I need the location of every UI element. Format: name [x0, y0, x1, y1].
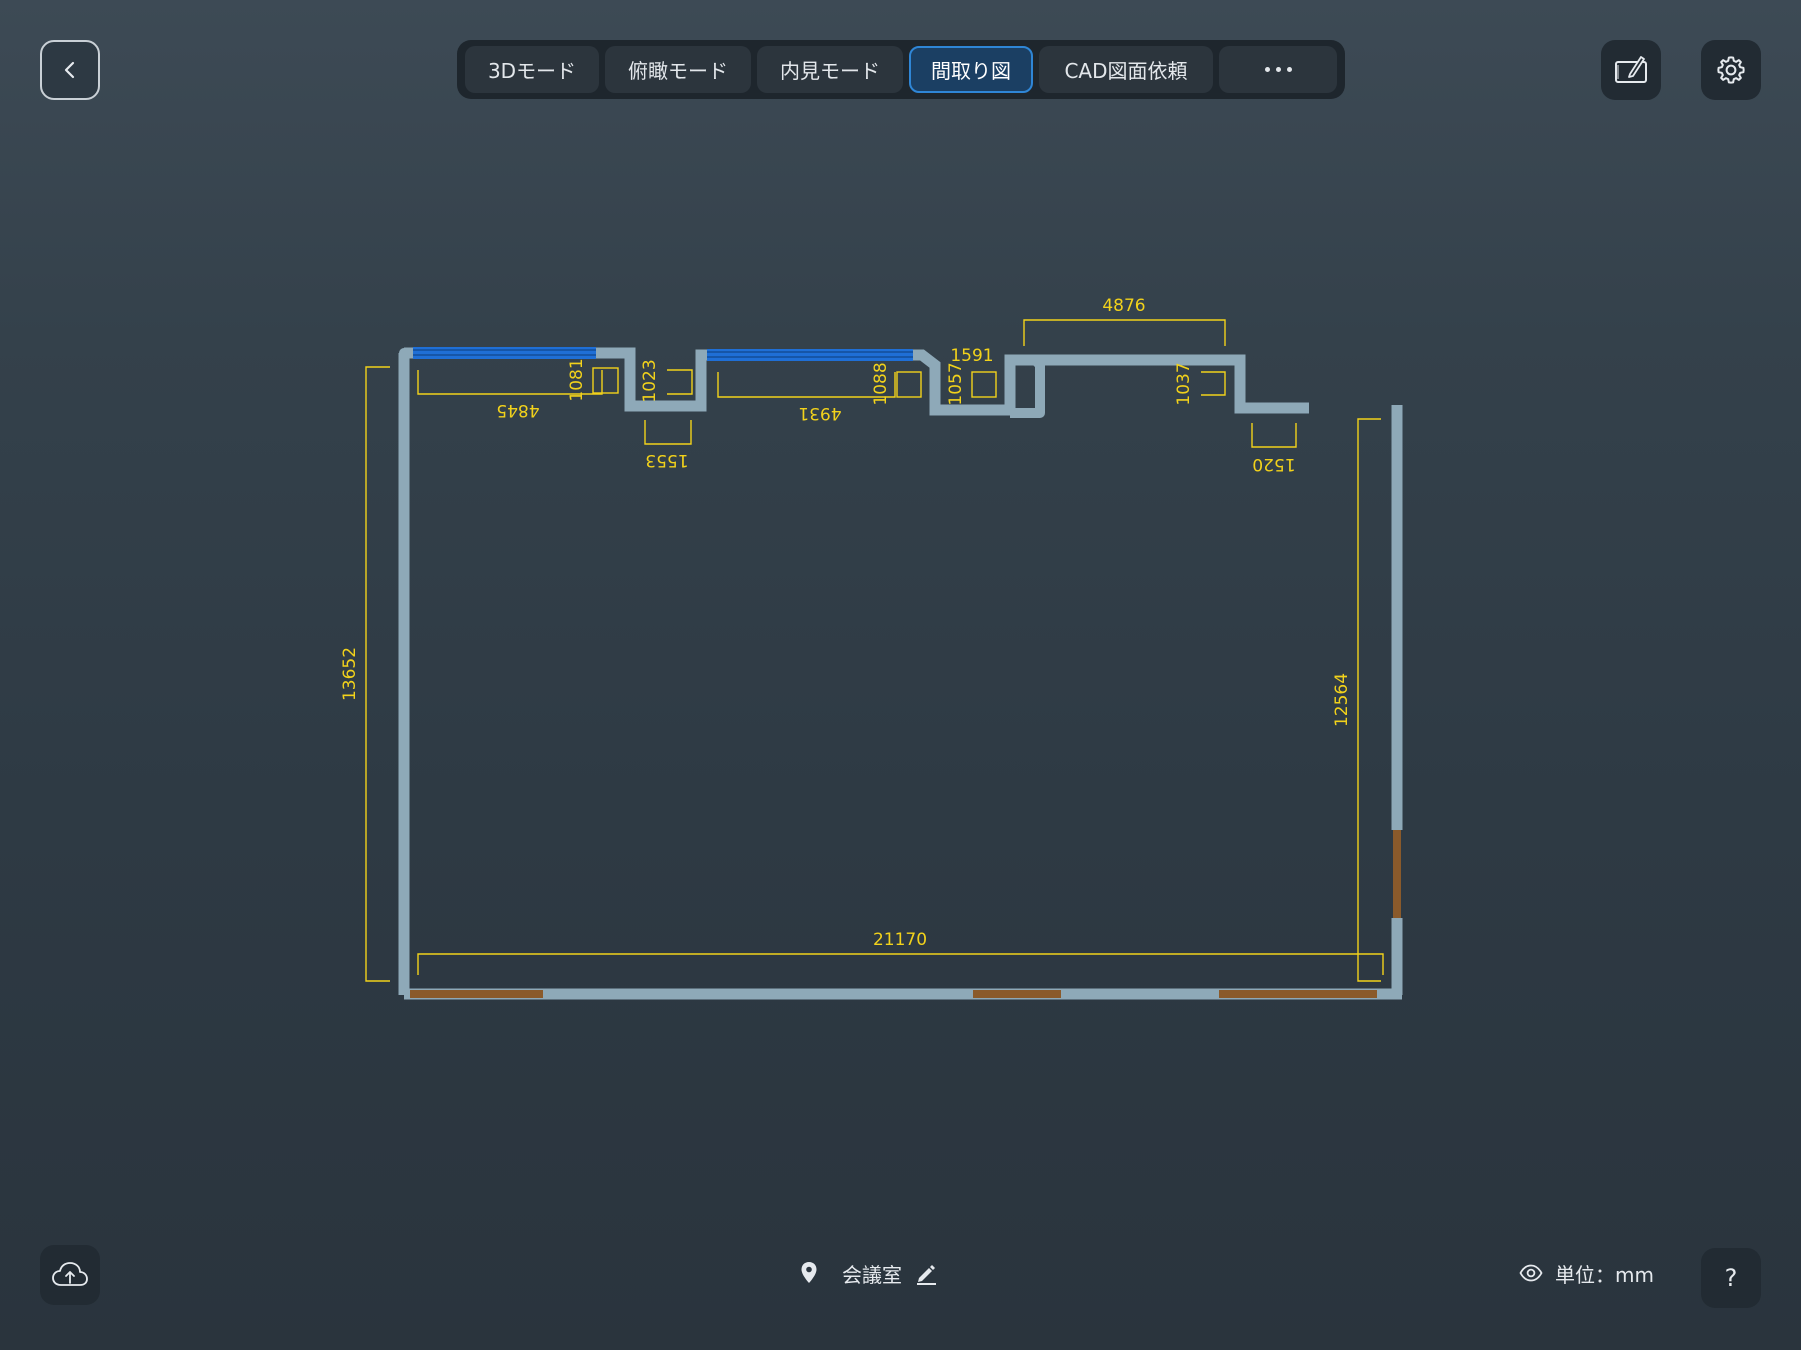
dim-bottom-width: 21170: [873, 930, 927, 950]
room-name: 会議室: [842, 1262, 902, 1287]
dim-top-depth-3: 1037: [1174, 362, 1194, 405]
windows: [413, 347, 913, 361]
doors: [410, 830, 1401, 998]
unit-label: 単位：mm: [1555, 1262, 1654, 1287]
dim-top-width-3: 4876: [1102, 296, 1145, 316]
room-name-bar: 会議室: [800, 1258, 938, 1288]
dim-left-height: 13652: [340, 647, 360, 701]
unit-display[interactable]: 単位：mm: [1519, 1258, 1654, 1288]
help-button[interactable]: ?: [1701, 1248, 1761, 1308]
dim-notch-width-3: 1520: [1252, 454, 1295, 474]
eye-icon: [1519, 1264, 1543, 1282]
question-icon: ?: [1724, 1264, 1738, 1292]
dim-notch-depth-1: 1023: [640, 359, 660, 402]
dim-top-depth-1: 1081: [567, 358, 587, 401]
dim-top-width-1: 4845: [496, 400, 539, 420]
dim-top-depth-2: 1088: [871, 362, 891, 405]
floor-plan-canvas[interactable]: 4876 1591 21170 13652 12564 1081 1023 10…: [0, 0, 1801, 1350]
dim-right-height: 12564: [1332, 673, 1352, 727]
dim-notch-depth-2: 1057: [946, 362, 966, 405]
dim-notch-width-1: 1553: [645, 450, 688, 470]
cloud-upload-icon: [52, 1262, 88, 1286]
dim-top-width-2: 4931: [798, 403, 841, 423]
upload-button[interactable]: [40, 1245, 100, 1305]
pencil-icon[interactable]: [914, 1261, 938, 1285]
walls: [398, 347, 1403, 1000]
location-pin-icon: [801, 1262, 817, 1283]
